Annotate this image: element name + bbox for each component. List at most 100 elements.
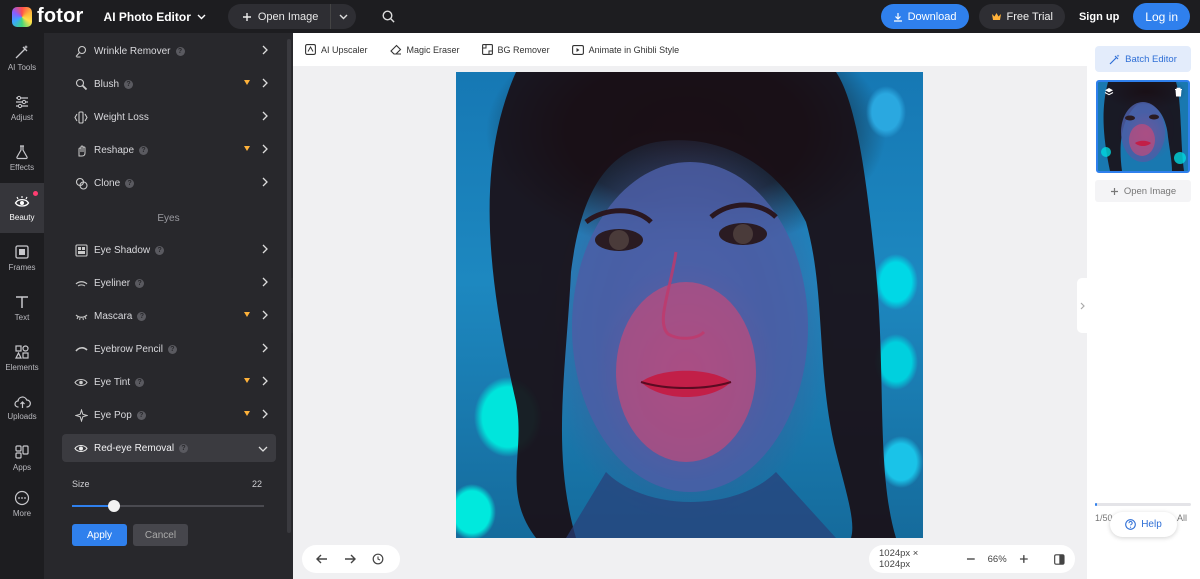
login-label: Log in — [1145, 9, 1178, 24]
mascara-icon — [74, 309, 88, 323]
right-panel-collapse-handle[interactable] — [1077, 278, 1087, 333]
cancel-button[interactable]: Cancel — [133, 524, 188, 546]
rail-item-ai-tools[interactable]: AI Tools — [0, 33, 44, 83]
help-icon[interactable]: ? — [179, 443, 189, 453]
eyebrow-pencil-icon — [74, 342, 88, 356]
help-icon[interactable]: ? — [136, 410, 146, 420]
rail-item-frames[interactable]: Frames — [0, 233, 44, 283]
size-label: Size — [72, 479, 90, 489]
open-image-button[interactable]: Open Image — [228, 4, 331, 29]
item-label: Eyeliner — [94, 277, 131, 289]
chevron-right-icon — [262, 244, 268, 257]
premium-icon — [244, 312, 250, 317]
apply-button[interactable]: Apply — [72, 524, 127, 546]
help-icon[interactable]: ? — [137, 311, 147, 321]
rail-item-adjust[interactable]: Adjust — [0, 83, 44, 133]
tool-label: Animate in Ghibli Style — [588, 44, 680, 55]
beauty-item-eye-shadow[interactable]: Eye Shadow ? — [62, 236, 276, 264]
rail-label: Apps — [12, 463, 32, 472]
beauty-item-eyebrow-pencil[interactable]: Eyebrow Pencil ? — [62, 335, 276, 363]
login-button[interactable]: Log in — [1133, 3, 1190, 30]
search-button[interactable] — [382, 10, 396, 23]
rail-item-more[interactable]: More — [0, 479, 44, 529]
beauty-item-wrinkle-remover[interactable]: Wrinkle Remover ? — [62, 37, 276, 65]
size-slider-handle[interactable] — [108, 500, 121, 512]
beauty-item-blush[interactable]: Blush ? — [62, 70, 276, 98]
beauty-item-mascara[interactable]: Mascara ? — [62, 302, 276, 330]
bg-remover-button[interactable]: BG Remover — [481, 44, 550, 55]
rail-item-elements[interactable]: Elements — [0, 333, 44, 383]
beauty-item-eye-pop[interactable]: Eye Pop ? — [62, 401, 276, 429]
chevron-right-icon — [262, 177, 268, 190]
apps-icon — [15, 445, 29, 459]
magic-eraser-button[interactable]: Magic Eraser — [389, 44, 460, 55]
help-icon[interactable]: ? — [155, 245, 165, 255]
beauty-item-clone[interactable]: Clone ? — [62, 169, 276, 197]
item-label: Red-eye Removal — [94, 442, 175, 454]
top-bar: fotor AI Photo Editor Open Image Downloa… — [0, 0, 1200, 33]
history-icon[interactable] — [372, 553, 384, 565]
adjust-icon — [16, 95, 28, 109]
view-all-link[interactable]: All — [1177, 513, 1187, 523]
image-count-progress-fill — [1095, 503, 1097, 506]
chevron-right-icon — [1080, 302, 1085, 309]
help-icon[interactable]: ? — [125, 178, 135, 188]
help-icon[interactable]: ? — [167, 344, 177, 354]
photo-content — [456, 72, 923, 538]
eraser-icon — [389, 44, 401, 55]
portrait-illustration — [489, 72, 896, 538]
fotor-logo[interactable]: fotor — [12, 5, 84, 28]
help-button[interactable]: Help — [1110, 512, 1177, 537]
open-image-dropdown[interactable] — [330, 4, 356, 29]
help-icon[interactable]: ? — [175, 46, 185, 56]
zoom-in-icon[interactable] — [1019, 554, 1029, 564]
zoom-level[interactable]: 66% — [988, 554, 1007, 565]
batch-editor-button[interactable]: Batch Editor — [1095, 46, 1191, 72]
rail-item-effects[interactable]: Effects — [0, 133, 44, 183]
undo-icon[interactable] — [316, 554, 328, 564]
item-label: Wrinkle Remover — [94, 45, 171, 57]
zoom-controls: 1024px × 1024px 66% — [869, 545, 1075, 573]
top-right-actions: Download Free Trial Sign up Log in — [880, 3, 1190, 30]
premium-icon — [244, 80, 250, 85]
help-icon[interactable]: ? — [135, 377, 145, 387]
beauty-item-weight-loss[interactable]: Weight Loss — [62, 103, 276, 131]
item-label: Mascara — [94, 310, 133, 322]
rail-item-uploads[interactable]: Uploads — [0, 383, 44, 433]
edited-photo[interactable] — [456, 72, 923, 538]
right-panel: Batch Editor Open Image 1/50 All — [1087, 33, 1200, 579]
zoom-out-icon[interactable] — [966, 554, 976, 564]
free-trial-button[interactable]: Free Trial — [978, 4, 1065, 29]
editor-mode-select[interactable]: AI Photo Editor — [104, 10, 206, 24]
help-icon[interactable]: ? — [124, 79, 134, 89]
layers-icon[interactable] — [1104, 87, 1114, 97]
beauty-item-eye-tint[interactable]: Eye Tint ? — [62, 368, 276, 396]
signup-link[interactable]: Sign up — [1075, 11, 1123, 23]
help-circle-icon — [1125, 519, 1137, 530]
ai-upscaler-button[interactable]: AI Upscaler — [305, 44, 368, 55]
rail-item-apps[interactable]: Apps — [0, 433, 44, 483]
right-open-image-button[interactable]: Open Image — [1095, 180, 1191, 202]
size-slider[interactable] — [72, 500, 264, 512]
help-icon[interactable]: ? — [135, 278, 145, 288]
rail-item-beauty[interactable]: Beauty — [0, 183, 44, 233]
beauty-item-reshape[interactable]: Reshape ? — [62, 136, 276, 164]
effects-icon — [16, 145, 28, 160]
reshape-icon — [74, 143, 88, 157]
rail-label: Frames — [8, 263, 36, 272]
rail-item-text[interactable]: Text — [0, 283, 44, 333]
redo-icon[interactable] — [344, 554, 356, 564]
chevron-right-icon — [262, 376, 268, 389]
item-label: Weight Loss — [94, 111, 149, 123]
compare-icon[interactable] — [1054, 553, 1065, 565]
premium-icon — [244, 378, 250, 383]
image-dimensions: 1024px × 1024px — [879, 548, 919, 570]
item-label: Eye Pop — [94, 409, 132, 421]
help-icon[interactable]: ? — [139, 145, 149, 155]
trash-icon[interactable] — [1173, 87, 1183, 97]
download-button[interactable]: Download — [880, 4, 969, 29]
image-thumbnail[interactable] — [1096, 80, 1190, 173]
beauty-item-eyeliner[interactable]: Eyeliner ? — [62, 269, 276, 297]
animate-ghibli-button[interactable]: Animate in Ghibli Style — [571, 44, 680, 55]
beauty-item-red-eye-removal[interactable]: Red-eye Removal ? — [62, 434, 276, 462]
